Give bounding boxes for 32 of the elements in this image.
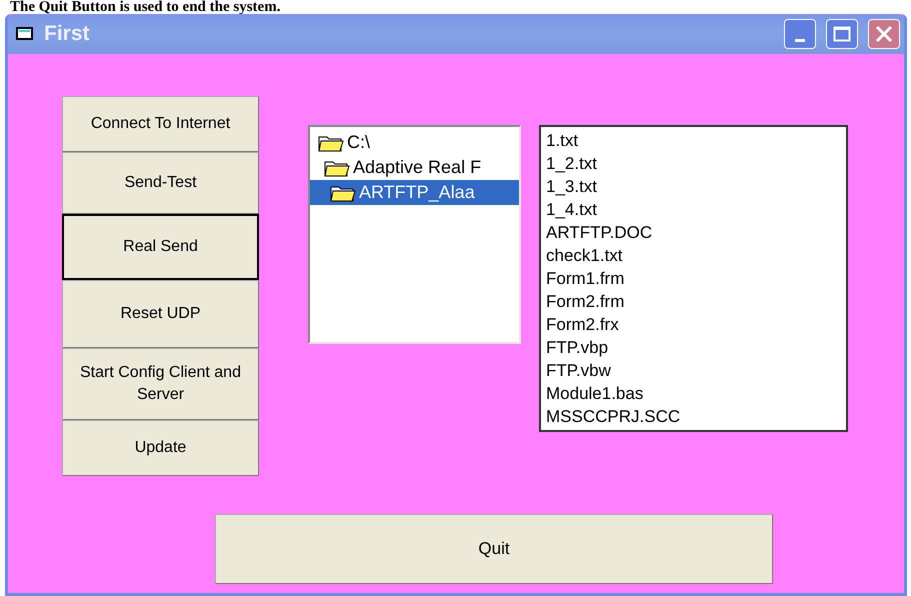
file-item[interactable]: 1_3.txt bbox=[546, 175, 841, 198]
window-icon bbox=[16, 26, 36, 42]
window-title: First bbox=[44, 22, 91, 46]
folder-item[interactable]: Adaptive Real F bbox=[310, 155, 519, 180]
quit-button[interactable]: Quit bbox=[215, 514, 773, 584]
file-item[interactable]: MSSCCPRJ.SCC bbox=[546, 405, 841, 428]
command-button[interactable]: Start Config Client and Server bbox=[62, 348, 259, 420]
command-button[interactable]: Real Send bbox=[62, 214, 259, 280]
file-item[interactable]: check1.txt bbox=[546, 244, 841, 267]
command-button[interactable]: Reset UDP bbox=[62, 280, 259, 348]
maximize-icon bbox=[833, 26, 851, 42]
file-item[interactable]: Form1.frm bbox=[546, 267, 841, 290]
file-item[interactable]: Module1.bas bbox=[546, 382, 841, 405]
minimize-button[interactable] bbox=[784, 19, 816, 49]
file-item[interactable]: 1_2.txt bbox=[546, 152, 841, 175]
command-button[interactable]: Update bbox=[62, 420, 259, 476]
file-item[interactable]: Form2.frm bbox=[546, 290, 841, 313]
file-item[interactable]: FTP.vbp bbox=[546, 336, 841, 359]
close-icon bbox=[875, 25, 893, 43]
folder-item[interactable]: ARTFTP_Alaa bbox=[310, 180, 519, 205]
file-item[interactable]: ARTFTP.DOC bbox=[546, 221, 841, 244]
command-button[interactable]: Send-Test bbox=[62, 152, 259, 214]
folder-item[interactable]: C:\ bbox=[310, 130, 519, 155]
command-button[interactable]: Connect To Internet bbox=[62, 96, 259, 152]
maximize-button[interactable] bbox=[826, 19, 858, 49]
file-item[interactable]: FTP.vbw bbox=[546, 359, 841, 382]
file-item[interactable]: 1.txt bbox=[546, 129, 841, 152]
caption-text: The Quit Button is used to end the system. bbox=[9, 0, 282, 14]
file-item[interactable]: Form2.frx bbox=[546, 313, 841, 336]
close-button[interactable] bbox=[868, 19, 900, 49]
file-item[interactable]: 1_4.txt bbox=[546, 198, 841, 221]
minimize-icon bbox=[795, 38, 805, 42]
